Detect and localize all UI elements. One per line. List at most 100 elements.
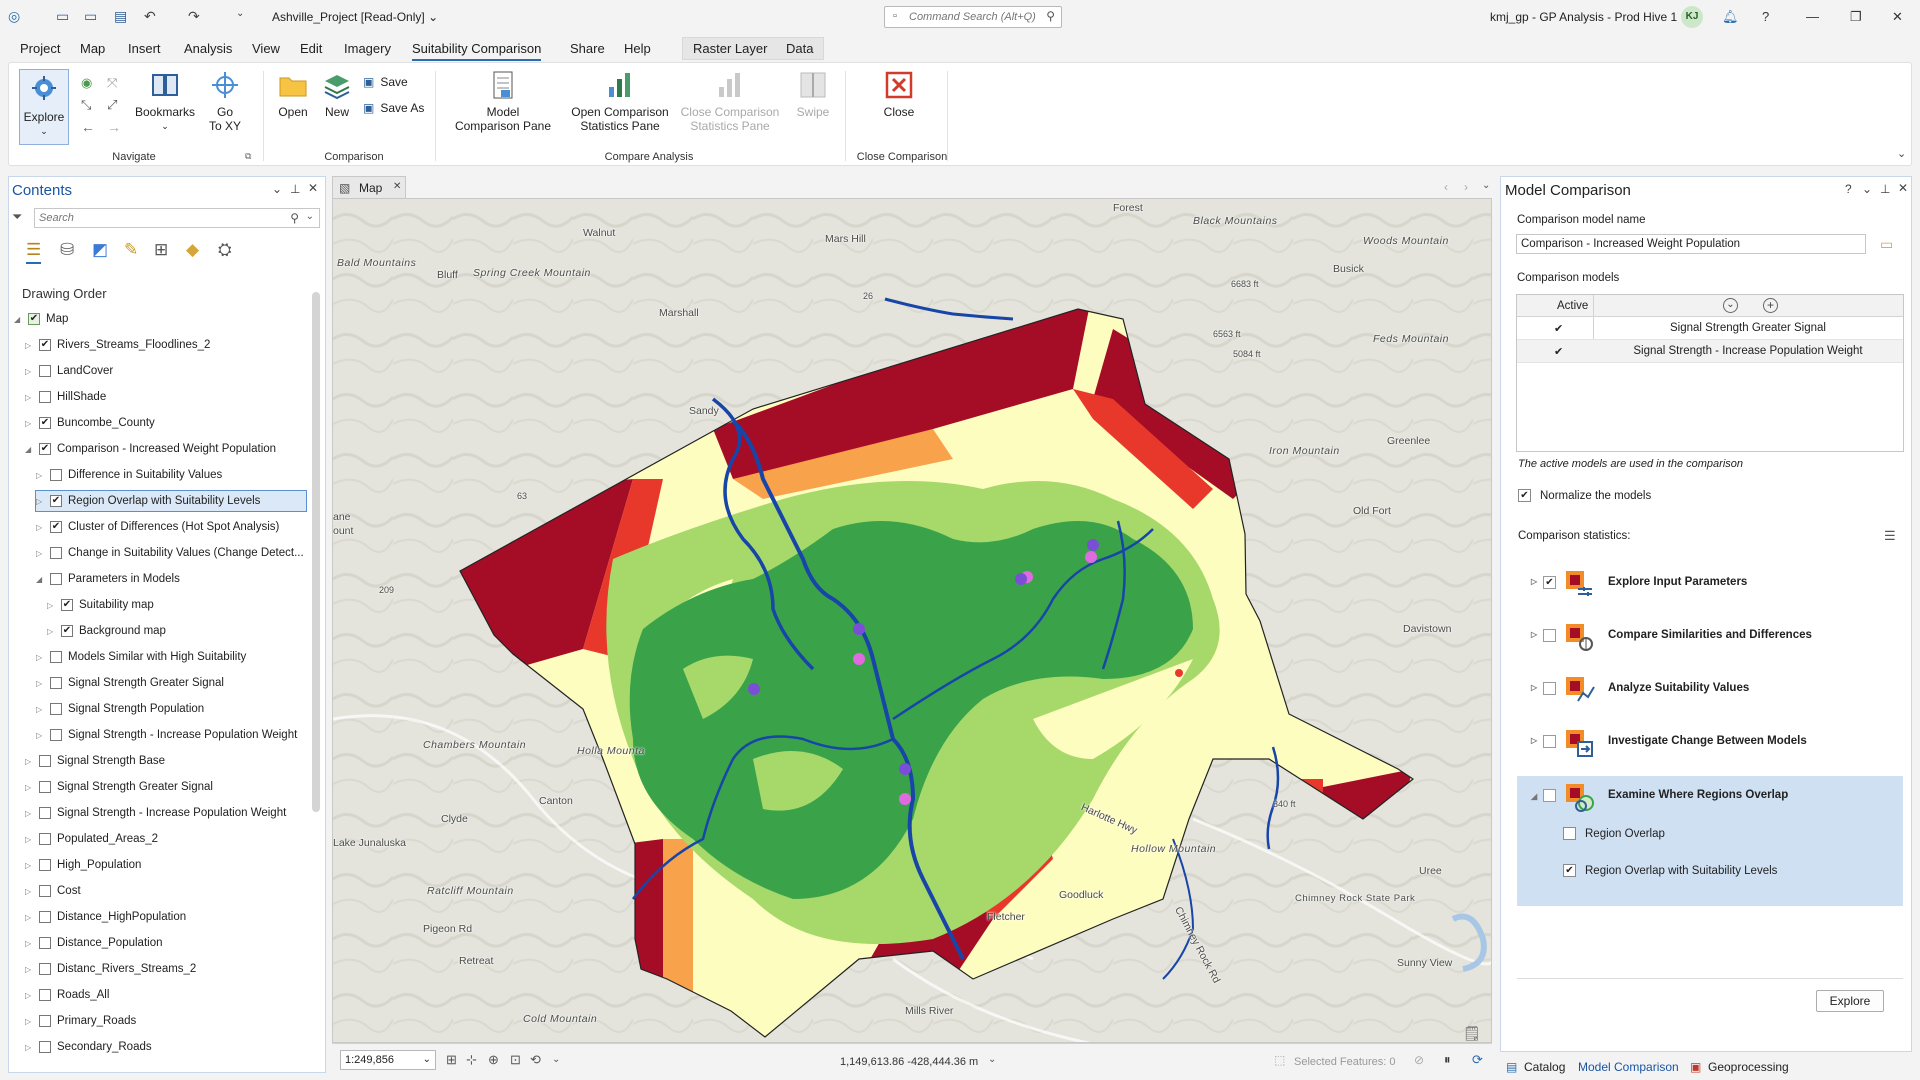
map-view-tab[interactable]: ▧ Map ✕ — [332, 176, 406, 198]
active-check-icon[interactable]: ✔ — [1554, 345, 1563, 358]
expand-layer-icon[interactable]: ▷ — [25, 809, 35, 818]
collapse-ribbon-icon[interactable]: ⌄ — [1897, 147, 1906, 160]
save-as-comparison-button[interactable]: ▣ Save As — [363, 101, 424, 115]
expand-layer-icon[interactable]: ▷ — [25, 835, 35, 844]
swipe-button[interactable]: Swipe — [791, 69, 835, 119]
scale-dropdown-icon[interactable]: ⌄ — [423, 1051, 431, 1069]
expand-layer-icon[interactable]: ▷ — [47, 601, 57, 610]
expand-layer-icon[interactable]: ▷ — [25, 367, 35, 376]
restore-icon[interactable]: ❐ — [1850, 9, 1862, 25]
pin-icon[interactable]: ⊥ — [1880, 182, 1890, 196]
command-search[interactable]: ▫ ⚲ — [884, 6, 1062, 28]
view-options-icon[interactable]: ⌄ — [1482, 180, 1490, 191]
layer-visibility-checkbox[interactable] — [39, 807, 51, 819]
search-icon[interactable]: ⚲ — [290, 211, 299, 225]
expand-layer-icon[interactable]: ▷ — [36, 731, 46, 740]
layer-visibility-checkbox[interactable]: ✔ — [28, 313, 40, 325]
list-by-snapping-icon[interactable]: ⊞ — [154, 240, 168, 260]
active-check-icon[interactable]: ✔ — [1554, 322, 1563, 335]
map-canvas[interactable]: Forest Walnut Mars Hill Black Mountains … — [332, 198, 1492, 1043]
layer-visibility-checkbox[interactable]: ✔ — [50, 521, 62, 533]
layer-row[interactable]: ▷ Signal Strength - Increase Population W… — [36, 725, 297, 745]
tab-map[interactable]: Map — [80, 41, 105, 56]
layer-row[interactable]: ▷ Signal Strength Greater Signal — [36, 673, 224, 693]
tab-help[interactable]: Help — [624, 41, 651, 56]
layer-row[interactable]: ▷ ✔ Rivers_Streams_Floodlines_2 — [25, 335, 210, 355]
list-by-source-icon[interactable]: ⛁ — [60, 240, 74, 260]
expand-layer-icon[interactable]: ▷ — [25, 419, 35, 428]
layer-row[interactable]: ▷ HillShade — [25, 387, 106, 407]
collapse-icon[interactable]: ◢ — [1531, 792, 1537, 801]
tab-insert[interactable]: Insert — [128, 41, 161, 56]
search-dropdown-icon[interactable]: ⌄ — [306, 211, 314, 222]
layer-row[interactable]: ▷ ✔ Region Overlap with Suitability Levels — [35, 490, 307, 512]
pane-options-icon[interactable]: ⌄ — [272, 182, 282, 196]
layer-row[interactable]: ▷ Distance_HighPopulation — [25, 907, 186, 927]
layer-row[interactable]: ▷ Models Similar with High Suitability — [36, 647, 246, 667]
model-point-pink[interactable] — [853, 653, 865, 665]
grid-icon[interactable]: ⊞ — [446, 1052, 457, 1068]
help-icon[interactable]: ? — [1762, 9, 1769, 24]
layer-row[interactable]: ◢ ✔ Comparison - Increased Weight Populati… — [25, 439, 276, 459]
statistic-checkbox[interactable] — [1543, 682, 1556, 695]
layer-visibility-checkbox[interactable]: ✔ — [61, 625, 73, 637]
layer-row[interactable]: ▷ Signal Strength Greater Signal — [25, 777, 213, 797]
snapping-icon[interactable]: ⊕ — [488, 1052, 499, 1068]
model-point-purple[interactable] — [899, 763, 911, 775]
model-point-pink[interactable] — [899, 793, 911, 805]
expand-layer-icon[interactable]: ▷ — [25, 783, 35, 792]
pane-options-icon[interactable]: ⌄ — [1862, 182, 1872, 196]
explore-tool-button[interactable]: Explore ⌄ — [19, 69, 69, 145]
fixed-zoom-out-icon[interactable]: ⤢ — [107, 97, 117, 113]
close-comparison-button[interactable]: Close — [877, 69, 921, 119]
layer-row[interactable]: ▷ Roads_All — [25, 985, 109, 1005]
layer-visibility-checkbox[interactable] — [39, 937, 51, 949]
statistic-explore-input-parameters[interactable]: ▷ ✔ Explore Input Parameters — [1516, 557, 1904, 610]
tab-analysis[interactable]: Analysis — [184, 41, 232, 56]
layer-visibility-checkbox[interactable] — [39, 755, 51, 767]
clear-selection-icon[interactable]: ⊘ — [1414, 1053, 1424, 1067]
list-by-editing-icon[interactable]: ✎ — [124, 240, 138, 260]
coordinate-units-dropdown-icon[interactable]: ⌄ — [988, 1054, 996, 1065]
expand-icon[interactable]: ▷ — [1531, 683, 1537, 692]
tab-geoprocessing[interactable]: Geoprocessing — [1708, 1060, 1789, 1074]
layer-row[interactable]: ▷ Populated_Areas_2 — [25, 829, 158, 849]
next-view-icon[interactable]: › — [1464, 180, 1468, 194]
layer-visibility-checkbox[interactable]: ✔ — [39, 339, 51, 351]
layer-row[interactable]: ▷ Change in Suitability Values (Change De… — [36, 543, 304, 563]
region-overlap-suitability-option[interactable]: ✔ Region Overlap with Suitability Levels — [1563, 864, 1777, 877]
layer-row[interactable]: ▷ Distance_Population — [25, 933, 163, 953]
contents-search-input[interactable] — [35, 209, 275, 227]
layer-visibility-checkbox[interactable] — [50, 677, 62, 689]
expand-layer-icon[interactable]: ▷ — [25, 1017, 35, 1026]
layer-row[interactable]: ▷ Cost — [25, 881, 81, 901]
notifications-icon[interactable]: 🔔︎ — [1722, 9, 1739, 25]
explore-dropdown-icon[interactable]: ⌄ — [20, 124, 68, 138]
rotate-icon[interactable]: ⟲ — [530, 1052, 541, 1068]
model-point-purple[interactable] — [853, 623, 865, 635]
layer-row[interactable]: ▷ Signal Strength - Increase Population W… — [25, 803, 286, 823]
layer-visibility-checkbox[interactable] — [39, 885, 51, 897]
expand-layer-icon[interactable]: ▷ — [36, 705, 46, 714]
expand-layer-icon[interactable]: ▷ — [25, 965, 35, 974]
list-by-selection-icon[interactable]: ◩ — [92, 240, 108, 260]
tab-edit[interactable]: Edit — [300, 41, 322, 56]
expand-layer-icon[interactable]: ▷ — [25, 757, 35, 766]
layer-row[interactable]: ▷ Distanc_Rivers_Streams_2 — [25, 959, 196, 979]
layer-visibility-checkbox[interactable] — [39, 365, 51, 377]
new-comparison-button[interactable]: New — [317, 69, 357, 119]
explore-button[interactable]: Explore — [1816, 990, 1884, 1012]
undo-icon[interactable]: ↶ — [144, 8, 156, 25]
model-point-pink[interactable] — [1085, 551, 1097, 563]
close-pane-icon[interactable]: ✕ — [308, 181, 318, 195]
scrollbar[interactable] — [312, 292, 320, 812]
layer-row[interactable]: ▷ Signal Strength Base — [25, 751, 165, 771]
expand-layer-icon[interactable]: ▷ — [36, 471, 46, 480]
layer-row[interactable]: ▷ Primary_Roads — [25, 1011, 136, 1031]
normalize-models-checkbox[interactable]: ✔ Normalize the models — [1518, 489, 1651, 502]
layer-row[interactable]: ▷ High_Population — [25, 855, 141, 875]
previous-view-icon[interactable]: ‹ — [1444, 180, 1448, 194]
expand-layer-icon[interactable]: ▷ — [25, 1043, 35, 1052]
full-extent-icon[interactable]: ◉ — [81, 75, 92, 91]
expand-layer-icon[interactable]: ▷ — [25, 341, 35, 350]
